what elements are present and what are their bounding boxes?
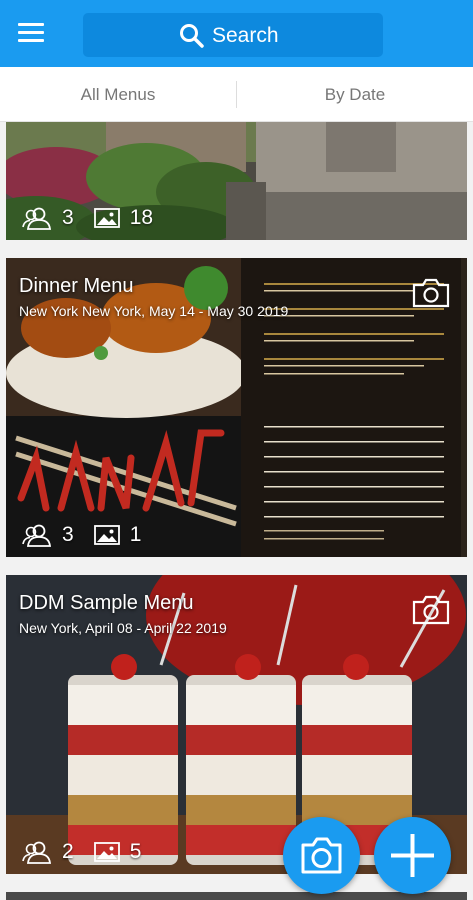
camera-icon[interactable]	[412, 278, 450, 308]
users-icon	[22, 524, 52, 547]
card-stats: 3 18	[22, 205, 173, 231]
search-icon	[180, 24, 204, 48]
camera-icon	[301, 837, 342, 874]
people-count: 2	[62, 840, 74, 863]
card-subtitle: New York, April 08 - April 22 2019	[19, 620, 227, 636]
people-count: 3	[62, 523, 74, 546]
card-title: DDM Sample Menu	[19, 592, 194, 614]
menu-card[interactable]: 3 18	[6, 122, 467, 240]
people-count: 3	[62, 206, 74, 229]
photo-count: 5	[129, 840, 142, 863]
search-button[interactable]: Search	[83, 13, 383, 57]
card-stats: 2 5	[22, 839, 161, 865]
search-label: Search	[212, 24, 279, 47]
card-subtitle: New York New York, May 14 - May 30 2019	[19, 303, 289, 319]
tab-all-menus[interactable]: All Menus	[0, 67, 236, 122]
photo-count: 1	[129, 523, 142, 546]
add-menu-fab-button[interactable]	[374, 817, 451, 894]
image-icon	[93, 208, 120, 228]
card-title: Dinner Menu	[19, 275, 134, 297]
menu-filter-tabs: All Menus By Date	[0, 67, 473, 122]
camera-fab-button[interactable]	[283, 817, 360, 894]
menu-card[interactable]: Dinner Menu New York New York, May 14 - …	[6, 258, 467, 557]
image-icon	[93, 525, 120, 545]
plus-icon	[391, 834, 434, 877]
image-icon	[93, 842, 120, 862]
hamburger-menu-icon[interactable]	[18, 23, 44, 43]
camera-icon[interactable]	[412, 595, 450, 625]
photo-count: 18	[129, 206, 154, 229]
card-stats: 3 1	[22, 522, 161, 548]
tab-by-date[interactable]: By Date	[237, 67, 473, 122]
users-icon	[22, 841, 52, 864]
app-bar: Search	[0, 0, 473, 67]
users-icon	[22, 207, 52, 230]
